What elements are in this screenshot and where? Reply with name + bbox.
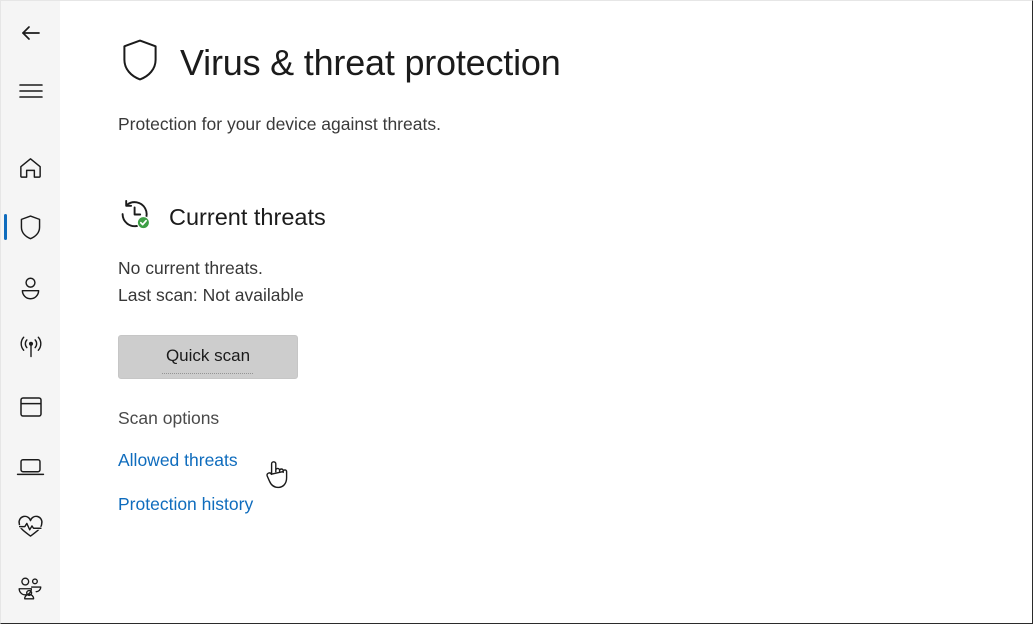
sidebar-item-device-security[interactable] [1,437,60,497]
sidebar-item-device-performance-health[interactable] [1,497,60,557]
wifi-signal-icon [16,334,46,361]
windows-security-window: Virus & threat protection Protection for… [0,0,1033,624]
back-arrow-icon [16,18,46,48]
page-subtitle: Protection for your device against threa… [118,114,441,134]
section-title: Current threats [169,203,326,230]
sidebar-item-virus-threat-protection[interactable] [1,197,60,257]
page-header: Virus & threat protection [118,37,1032,88]
page-title: Virus & threat protection [180,41,561,83]
current-threats-heading-row: Current threats [118,198,1032,236]
sidebar-item-app-browser-control[interactable] [1,377,60,437]
sidebar-item-account-protection[interactable] [1,257,60,317]
hamburger-icon [18,82,44,100]
current-threats-section: Current threats No current threats. Last… [118,198,1032,515]
back-button[interactable] [1,9,60,57]
heart-pulse-icon [16,514,45,540]
people-group-icon [16,574,45,600]
last-scan-status: Last scan: Not available [118,285,304,305]
person-icon [17,274,44,301]
sidebar-item-home[interactable] [1,137,60,197]
app-window-icon [18,394,44,420]
navigation-sidebar [1,1,60,623]
history-clock-check-icon [118,198,152,236]
shield-icon [118,37,162,88]
quick-scan-button-label: Quick scan [165,346,251,365]
focus-indicator [162,373,254,374]
hamburger-menu-button[interactable] [1,67,60,115]
protection-history-link[interactable]: Protection history [118,494,1032,515]
home-icon [17,154,44,181]
quick-scan-button[interactable]: Quick scan [118,335,298,379]
scan-options-link[interactable]: Scan options [118,408,1032,429]
sidebar-item-firewall-network-protection[interactable] [1,317,60,377]
laptop-icon [16,455,45,479]
sidebar-item-family-options[interactable] [1,557,60,617]
no-threats-status: No current threats. [118,258,263,278]
selection-indicator [4,214,7,240]
allowed-threats-link[interactable]: Allowed threats [118,450,1032,471]
main-content: Virus & threat protection Protection for… [60,1,1032,623]
shield-icon [17,213,44,241]
sidebar-item-list [1,137,60,617]
